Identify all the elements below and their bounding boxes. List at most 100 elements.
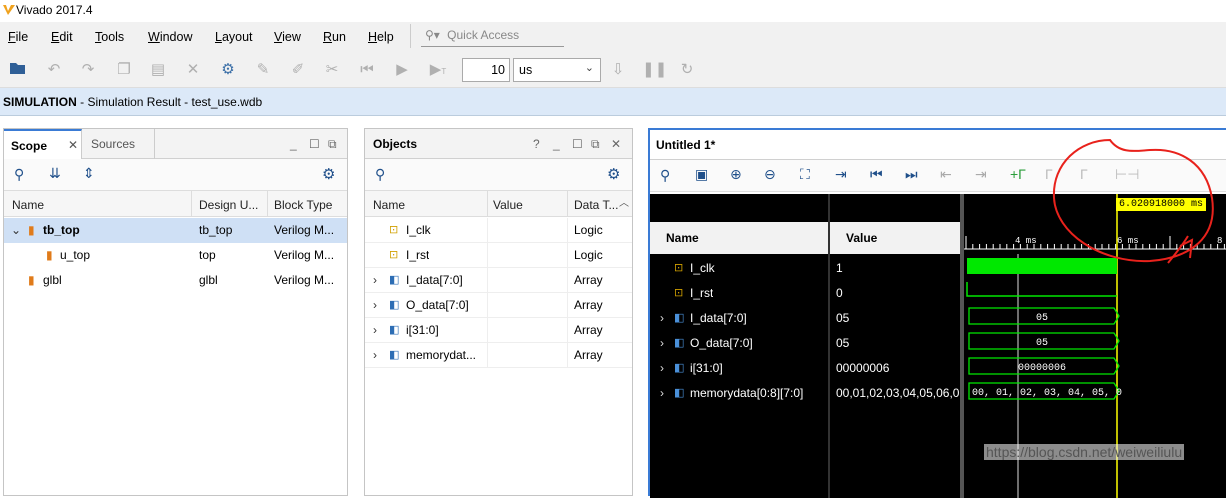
object-row[interactable]: ⊡ I_clk Logic bbox=[365, 218, 632, 243]
object-row[interactable]: › ◧ I_data[7:0] Array bbox=[365, 268, 632, 293]
object-row[interactable]: › ◧ O_data[7:0] Array bbox=[365, 293, 632, 318]
search-icon[interactable]: ⚲ bbox=[375, 166, 385, 183]
column-value[interactable]: Value bbox=[493, 198, 523, 212]
column-name[interactable]: Name bbox=[12, 198, 44, 212]
menu-edit[interactable]: Edit bbox=[51, 30, 73, 44]
chevron-right-icon[interactable]: › bbox=[373, 323, 377, 337]
column-divider bbox=[567, 218, 568, 243]
cut-wire-icon[interactable]: ✂ bbox=[322, 60, 342, 80]
column-divider bbox=[487, 268, 488, 293]
relaunch-icon[interactable]: ↻ bbox=[677, 60, 697, 80]
menu-layout[interactable]: Layout bbox=[215, 30, 253, 44]
wave-header-name[interactable]: Name bbox=[650, 222, 828, 254]
chevron-right-icon[interactable]: › bbox=[373, 298, 377, 312]
menu-window[interactable]: Window bbox=[148, 30, 192, 44]
float-icon[interactable]: ⧉ bbox=[328, 137, 337, 152]
zoom-in-icon[interactable]: ⊕ bbox=[730, 166, 742, 183]
chevron-right-icon[interactable]: › bbox=[660, 361, 664, 375]
close-icon[interactable]: ✕ bbox=[68, 138, 78, 152]
wave-signal-name: O_data[7:0] bbox=[690, 336, 753, 350]
object-row[interactable]: ⊡ I_rst Logic bbox=[365, 243, 632, 268]
menu-view[interactable]: View bbox=[274, 30, 301, 44]
go-to-start-icon[interactable]: ⏮ bbox=[870, 166, 883, 183]
collapse-all-icon[interactable]: ⇊ bbox=[49, 165, 61, 182]
pencil-icon[interactable]: ✐ bbox=[288, 60, 308, 80]
quick-access-input[interactable]: ⚲▾ Quick Access bbox=[421, 25, 564, 47]
wave-signal-row[interactable]: ⊡ I_rst 0 bbox=[650, 281, 960, 306]
minimize-icon[interactable]: _ bbox=[553, 137, 560, 151]
previous-transition-icon[interactable]: ⇤ bbox=[940, 166, 952, 183]
wave-signal-row[interactable]: › ◧ O_data[7:0] 05 bbox=[650, 331, 960, 356]
run-all-icon[interactable]: ▶ bbox=[392, 60, 412, 80]
expand-all-icon[interactable]: ⇕ bbox=[83, 165, 95, 182]
object-row[interactable]: › ◧ memorydat... Array bbox=[365, 343, 632, 368]
wave-signal-row[interactable]: ⊡ I_clk 1 bbox=[650, 256, 960, 281]
column-block-type[interactable]: Block Type bbox=[274, 198, 332, 212]
menu-edit-label: dit bbox=[59, 30, 73, 44]
settings-gear-icon[interactable]: ⚙ bbox=[218, 60, 238, 80]
column-design-unit[interactable]: Design U... bbox=[199, 198, 258, 212]
close-icon[interactable]: ✕ bbox=[611, 137, 621, 151]
table-row[interactable]: ⌄ ▮ tb_top tb_top Verilog M... bbox=[4, 218, 347, 243]
bus-signal-icon: ◧ bbox=[674, 362, 685, 374]
table-row[interactable]: ▮ u_top top Verilog M... bbox=[4, 243, 347, 268]
chevron-down-icon[interactable]: ⌄ bbox=[11, 223, 21, 237]
zoom-fit-icon[interactable]: ⛶ bbox=[800, 166, 810, 183]
run-time-unit-select[interactable]: us ⌄ bbox=[513, 58, 601, 82]
step-icon[interactable]: ⇩ bbox=[608, 60, 628, 80]
wave-signal-row[interactable]: › ◧ I_data[7:0] 05 bbox=[650, 306, 960, 331]
wave-signal-value: 05 bbox=[836, 311, 850, 325]
object-name: I_rst bbox=[406, 248, 430, 262]
object-row[interactable]: › ◧ i[31:0] Array bbox=[365, 318, 632, 343]
minimize-icon[interactable]: _ bbox=[290, 137, 297, 151]
copy-icon[interactable]: ❐ bbox=[114, 60, 134, 80]
table-row[interactable]: ▮ glbl glbl Verilog M... bbox=[4, 268, 347, 293]
column-name[interactable]: Name bbox=[373, 198, 405, 212]
scroll-up-icon[interactable]: ︿ bbox=[619, 194, 629, 209]
zoom-out-icon[interactable]: ⊖ bbox=[764, 166, 776, 183]
search-icon[interactable]: ⚲ bbox=[14, 166, 24, 183]
run-for-icon[interactable]: ▶T bbox=[428, 60, 448, 80]
chevron-right-icon[interactable]: › bbox=[373, 348, 377, 362]
bus-signal-icon: ◧ bbox=[674, 312, 685, 324]
redo-icon[interactable]: ↷ bbox=[78, 60, 98, 80]
chevron-right-icon[interactable]: › bbox=[660, 386, 664, 400]
red-annotation-circle bbox=[1052, 138, 1214, 264]
chevron-right-icon[interactable]: › bbox=[373, 273, 377, 287]
next-transition-icon[interactable]: ⇥ bbox=[975, 166, 987, 183]
float-icon[interactable]: ⧉ bbox=[591, 137, 600, 152]
bus-signal-icon: ◧ bbox=[674, 387, 685, 399]
search-icon[interactable]: ⚲ bbox=[660, 167, 670, 184]
delete-icon[interactable]: ✕ bbox=[183, 60, 203, 80]
go-to-cursor-icon[interactable]: ⇥ bbox=[835, 166, 847, 183]
help-icon[interactable]: ? bbox=[533, 137, 540, 151]
maximize-icon[interactable]: ☐ bbox=[572, 137, 583, 151]
gear-icon[interactable]: ⚙ bbox=[322, 165, 335, 183]
wave-signal-row[interactable]: › ◧ i[31:0] 00000006 bbox=[650, 356, 960, 381]
column-data-type[interactable]: Data T... bbox=[574, 198, 618, 212]
open-folder-icon[interactable] bbox=[8, 60, 28, 80]
chevron-right-icon[interactable]: › bbox=[660, 311, 664, 325]
gear-icon[interactable]: ⚙ bbox=[607, 165, 620, 183]
menu-tools[interactable]: Tools bbox=[95, 30, 124, 44]
break-icon[interactable]: ❚❚ bbox=[642, 60, 667, 80]
wave-header-value[interactable]: Value bbox=[830, 222, 960, 254]
go-to-end-icon[interactable]: ⏭ bbox=[905, 166, 918, 183]
run-time-input[interactable]: 10 bbox=[462, 58, 510, 82]
object-name: I_clk bbox=[406, 223, 431, 237]
tab-sources[interactable]: Sources bbox=[83, 129, 155, 159]
chevron-right-icon[interactable]: › bbox=[660, 336, 664, 350]
auto-connect-icon[interactable]: ✎ bbox=[253, 60, 273, 80]
restart-icon[interactable]: ⏮ bbox=[357, 60, 377, 80]
menu-file[interactable]: File bbox=[8, 30, 28, 44]
save-icon[interactable]: ▣ bbox=[695, 166, 708, 183]
paste-icon[interactable]: ▤ bbox=[148, 60, 168, 80]
wave-signal-name: I_rst bbox=[690, 286, 714, 300]
tab-scope[interactable]: Scope ✕ bbox=[4, 129, 82, 159]
wave-signal-row[interactable]: › ◧ memorydata[0:8][7:0] 00,01,02,03,04,05,… bbox=[650, 381, 960, 406]
undo-icon[interactable]: ↶ bbox=[44, 60, 64, 80]
maximize-icon[interactable]: ☐ bbox=[309, 137, 320, 151]
menu-run[interactable]: Run bbox=[323, 30, 346, 44]
menu-help[interactable]: Help bbox=[368, 30, 394, 44]
add-marker-icon[interactable]: +Γ bbox=[1010, 166, 1026, 182]
